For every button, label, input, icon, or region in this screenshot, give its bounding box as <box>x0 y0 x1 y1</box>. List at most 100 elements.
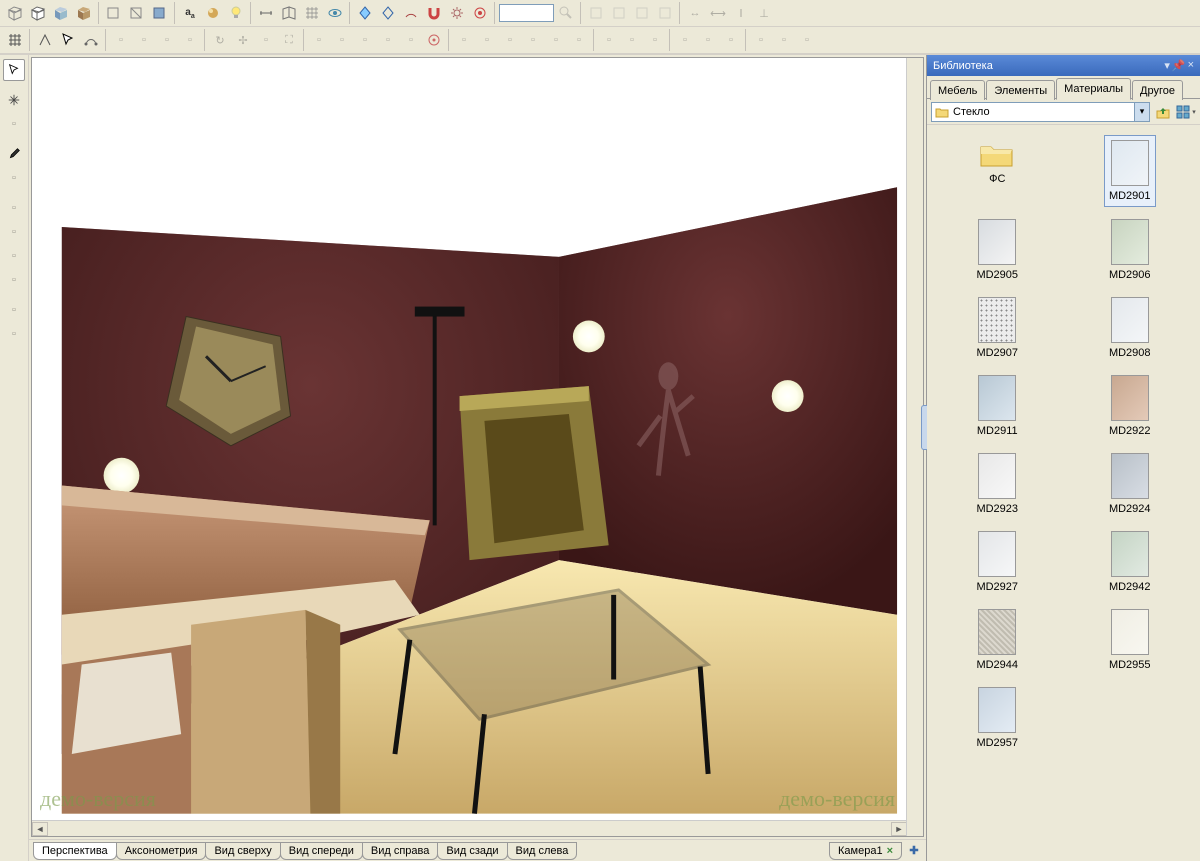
tb-snap-icon[interactable] <box>34 29 56 51</box>
lib-view-icon[interactable]: ▾ <box>1176 102 1196 122</box>
lt-burst-icon[interactable] <box>3 89 25 111</box>
camera-tab[interactable]: Камера1 × <box>829 842 902 860</box>
tb-op3-icon <box>631 2 653 24</box>
tb-magnet-icon[interactable] <box>423 2 445 24</box>
library-toolbar: Стекло ▾ ▾ <box>927 99 1200 125</box>
tb-circle-target-icon[interactable] <box>423 29 445 51</box>
tb-sphere-icon[interactable] <box>202 2 224 24</box>
tb-d8-icon: ⛶ <box>278 29 300 51</box>
center-area: демо-версия демо-версия ◄ ► ПерспективаА… <box>29 55 926 861</box>
material-item[interactable]: MD2901 <box>1104 135 1156 207</box>
tb-snap-grid-icon[interactable] <box>4 29 26 51</box>
tb-e1-icon: ▫ <box>453 29 475 51</box>
tb-d7-icon: ▫ <box>255 29 277 51</box>
toolbar-row-2: ▫ ▫ ▫ ▫ ↻ ✢ ▫ ⛶ ▫ ▫ ▫ ▫ ▫ ▫ ▫ ▫ ▫ ▫ ▫ ▫ … <box>0 27 1200 54</box>
panel-collapse-handle[interactable] <box>921 405 927 450</box>
tb-d2-icon: ▫ <box>133 29 155 51</box>
tb-d11-icon: ▫ <box>354 29 376 51</box>
tb-bulb-icon[interactable] <box>225 2 247 24</box>
scroll-right-icon[interactable]: ► <box>891 822 907 836</box>
tb-ortho-icon[interactable] <box>278 2 300 24</box>
view-tab-4[interactable]: Вид справа <box>362 842 439 860</box>
lib-tab-3[interactable]: Другое <box>1132 80 1183 100</box>
lib-tab-1[interactable]: Элементы <box>986 80 1055 100</box>
view-tab-0[interactable]: Перспектива <box>33 842 117 860</box>
lt-t1-icon: ▫ <box>3 113 25 135</box>
tb-box-outline-icon[interactable] <box>27 2 49 24</box>
material-item[interactable]: MD2908 <box>1105 293 1155 363</box>
material-label: MD2907 <box>976 347 1018 359</box>
tb-path-icon[interactable] <box>80 29 102 51</box>
material-thumb <box>978 453 1016 499</box>
view-tab-6[interactable]: Вид слева <box>507 842 578 860</box>
material-item[interactable]: MD2927 <box>972 527 1022 597</box>
category-combo[interactable]: Стекло ▾ <box>931 102 1150 122</box>
material-item[interactable]: MD2907 <box>972 293 1022 363</box>
tb-dim-icon[interactable] <box>255 2 277 24</box>
tb-box-textured-icon[interactable] <box>73 2 95 24</box>
tb-face-blue-icon[interactable] <box>149 2 171 24</box>
material-item[interactable]: MD2906 <box>1105 215 1155 285</box>
material-label: MD2955 <box>1109 659 1151 671</box>
tb-eye-icon[interactable] <box>324 2 346 24</box>
view-tab-5[interactable]: Вид сзади <box>437 842 507 860</box>
tb-box-shaded-icon[interactable] <box>50 2 72 24</box>
tb-value-input[interactable] <box>499 4 554 22</box>
tb-diamond-blue-icon[interactable] <box>354 2 376 24</box>
view-tab-2[interactable]: Вид сверху <box>205 842 280 860</box>
material-item[interactable]: MD2911 <box>973 371 1022 441</box>
scroll-left-icon[interactable]: ◄ <box>32 822 48 836</box>
tb-cursor-icon[interactable] <box>57 29 79 51</box>
scene-render <box>32 58 907 814</box>
tb-text-icon[interactable]: aa <box>179 2 201 24</box>
material-thumb <box>1111 297 1149 343</box>
tb-box-wire-icon[interactable] <box>4 2 26 24</box>
panel-titlebar[interactable]: Библиотека ▾ 📌 × <box>927 55 1200 76</box>
lt-select-icon[interactable] <box>3 59 25 81</box>
material-thumb <box>1111 375 1149 421</box>
material-item[interactable]: MD2924 <box>1105 449 1155 519</box>
tb-op4-icon <box>654 2 676 24</box>
panel-min-icon[interactable]: 📌 <box>1172 59 1186 72</box>
tb-d1-icon: ▫ <box>110 29 132 51</box>
h-scrollbar[interactable]: ◄ ► <box>32 820 907 836</box>
panel-pin-icon[interactable]: ▾ <box>1164 59 1170 72</box>
lt-eyedropper-icon[interactable] <box>3 143 25 165</box>
material-item[interactable]: MD2905 <box>972 215 1022 285</box>
lt-t4-icon: ▫ <box>3 221 25 243</box>
material-thumb <box>1111 219 1149 265</box>
material-item[interactable]: MD2944 <box>972 605 1022 675</box>
library-panel: Библиотека ▾ 📌 × МебельЭлементыМатериалы… <box>926 55 1200 861</box>
material-item[interactable]: MD2922 <box>1105 371 1155 441</box>
tb-e2-icon: ▫ <box>476 29 498 51</box>
lib-up-icon[interactable] <box>1153 102 1173 122</box>
material-thumb <box>978 687 1016 733</box>
tb-face2-icon[interactable] <box>126 2 148 24</box>
tb-arc-icon[interactable] <box>400 2 422 24</box>
tb-face-icon[interactable] <box>103 2 125 24</box>
watermark-left: демо-версия <box>40 786 156 812</box>
material-item[interactable]: MD2942 <box>1105 527 1155 597</box>
lib-tab-2[interactable]: Материалы <box>1056 78 1131 100</box>
lib-tab-0[interactable]: Мебель <box>930 80 985 100</box>
material-label: MD2901 <box>1109 190 1151 202</box>
panel-close-icon[interactable]: × <box>1188 59 1194 72</box>
tb-e4-icon: ▫ <box>522 29 544 51</box>
tb-target-icon[interactable] <box>469 2 491 24</box>
tb-diamond-hollow-icon[interactable] <box>377 2 399 24</box>
combo-arrow-icon[interactable]: ▾ <box>1134 103 1149 121</box>
tb-gear-icon[interactable] <box>446 2 468 24</box>
material-item[interactable]: ФС <box>974 135 1020 207</box>
tb-grid-icon[interactable] <box>301 2 323 24</box>
material-grid: ФС MD2901 MD2905 MD2906 MD2907 MD2908 MD2911 MD… <box>927 125 1200 861</box>
tb-f2-icon: ▫ <box>621 29 643 51</box>
material-thumb <box>1111 140 1149 186</box>
material-item[interactable]: MD2955 <box>1105 605 1155 675</box>
view-tab-1[interactable]: Аксонометрия <box>116 842 207 860</box>
camera-close-icon[interactable]: × <box>887 845 893 857</box>
view-tab-3[interactable]: Вид спереди <box>280 842 363 860</box>
viewport[interactable]: демо-версия демо-версия ◄ ► <box>31 57 924 837</box>
add-view-button[interactable]: ✚ <box>906 843 922 859</box>
material-item[interactable]: MD2957 <box>972 683 1022 753</box>
material-item[interactable]: MD2923 <box>972 449 1022 519</box>
